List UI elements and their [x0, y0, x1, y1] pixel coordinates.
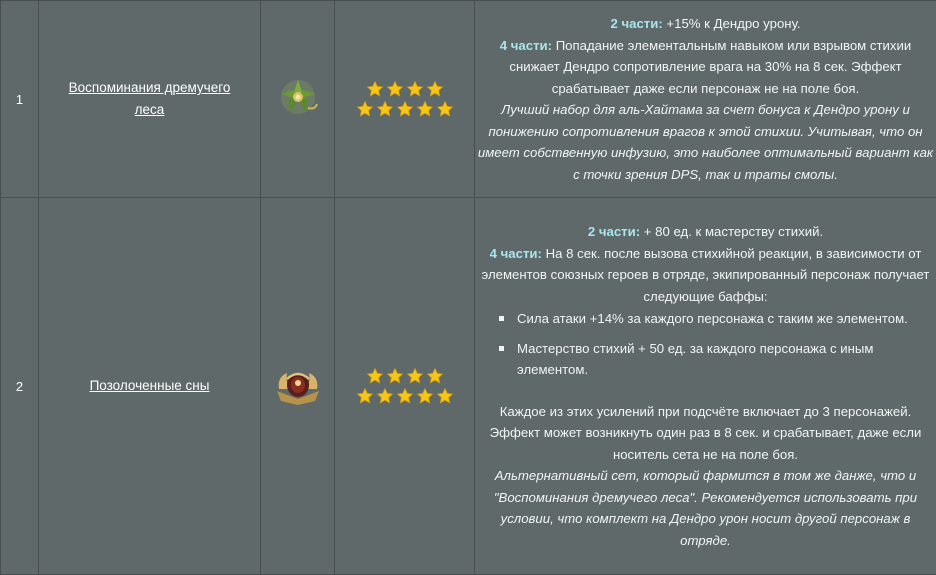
- two-piece-label: 2 части:: [588, 224, 640, 239]
- rarity-stars: [335, 1, 475, 198]
- four-piece-text: Попадание элементальным навыком или взры…: [509, 38, 911, 96]
- stars-5-line: [335, 386, 474, 406]
- extra-info: Каждое из этих усилений при подсчёте вкл…: [475, 401, 936, 466]
- set-image-cell: [261, 198, 335, 575]
- star-icon: [366, 367, 384, 385]
- star-icon: [386, 80, 404, 98]
- star-icon: [376, 100, 394, 118]
- stars-4-line: [335, 366, 474, 386]
- star-icon: [416, 100, 434, 118]
- set-name-cell: Позолоченные сны: [39, 198, 261, 575]
- four-piece-label: 4 части:: [490, 246, 542, 261]
- set-name-cell: Воспоминания дремучего леса: [39, 1, 261, 198]
- two-piece-label: 2 части:: [610, 16, 662, 31]
- table-row: 1 Воспоминания дремучего леса: [1, 1, 936, 198]
- row-index: 2: [1, 198, 39, 575]
- star-icon: [436, 100, 454, 118]
- set-name-link[interactable]: Воспоминания дремучего леса: [55, 77, 245, 121]
- star-icon: [436, 387, 454, 405]
- gilded-dreams-artifact-icon: [273, 361, 323, 407]
- two-piece-bonus: 2 части: + 80 ед. к мастерству стихий.: [475, 221, 936, 243]
- star-icon: [356, 100, 374, 118]
- star-icon: [406, 80, 424, 98]
- star-icon: [426, 367, 444, 385]
- row-index: 1: [1, 1, 39, 198]
- list-item: Сила атаки +14% за каждого персонажа с т…: [507, 308, 936, 330]
- recommendation-note: Альтернативный сет, который фармится в т…: [475, 465, 936, 551]
- set-image-cell: [261, 1, 335, 198]
- star-icon: [426, 80, 444, 98]
- four-piece-bonus: 4 части: Попадание элементальным навыком…: [475, 35, 936, 100]
- star-icon: [406, 367, 424, 385]
- four-piece-bonus: 4 части: На 8 сек. после вызова стихийно…: [475, 243, 936, 308]
- set-description: 2 части: +15% к Дендро урону. 4 части: П…: [475, 1, 936, 198]
- rarity-stars: [335, 198, 475, 575]
- two-piece-text: +15% к Дендро урону.: [663, 16, 801, 31]
- star-icon: [376, 387, 394, 405]
- star-icon: [356, 387, 374, 405]
- stars-4-line: [335, 79, 474, 99]
- star-icon: [416, 387, 434, 405]
- recommendation-note: Лучший набор для аль-Хайтама за счет бон…: [475, 99, 936, 185]
- four-piece-label: 4 части:: [500, 38, 552, 53]
- star-icon: [396, 100, 414, 118]
- four-piece-text: На 8 сек. после вызова стихийной реакции…: [482, 246, 930, 304]
- artifact-sets-table: 1 Воспоминания дремучего леса: [0, 0, 936, 575]
- buff-list: Сила атаки +14% за каждого персонажа с т…: [475, 308, 936, 381]
- star-icon: [386, 367, 404, 385]
- stars-5-line: [335, 99, 474, 119]
- two-piece-text: + 80 ед. к мастерству стихий.: [640, 224, 823, 239]
- dendro-flower-artifact-icon: [275, 74, 321, 120]
- set-description: 2 части: + 80 ед. к мастерству стихий. 4…: [475, 198, 936, 575]
- two-piece-bonus: 2 части: +15% к Дендро урону.: [475, 13, 936, 35]
- star-icon: [366, 80, 384, 98]
- star-icon: [396, 387, 414, 405]
- list-item: Мастерство стихий + 50 ед. за каждого пе…: [507, 338, 936, 381]
- set-name-link[interactable]: Позолоченные сны: [90, 375, 210, 397]
- table-row: 2 Позолоченные сны: [1, 198, 936, 575]
